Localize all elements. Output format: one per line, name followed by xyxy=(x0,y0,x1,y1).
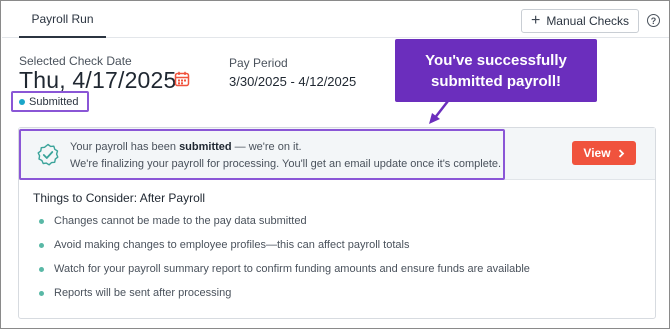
view-button[interactable]: View xyxy=(572,141,636,165)
notice-line-1: Your payroll has been submitted — we're … xyxy=(70,141,302,153)
check-date-value: Thu, 4/17/2025 xyxy=(19,67,177,93)
tab-bar: Payroll Run + Manual Checks ? xyxy=(2,2,669,38)
consider-title: Things to Consider: After Payroll xyxy=(33,191,206,205)
chevron-right-icon xyxy=(618,148,624,158)
list-item: Changes cannot be made to the pay data s… xyxy=(39,209,530,233)
manual-checks-label: Manual Checks xyxy=(546,14,630,28)
view-button-label: View xyxy=(583,146,611,160)
list-item: Avoid making changes to employee profile… xyxy=(39,233,530,257)
status-dot-icon xyxy=(19,98,25,105)
pay-period-label: Pay Period xyxy=(229,56,288,70)
check-date-label: Selected Check Date xyxy=(19,54,132,68)
notice-line-2: We're finalizing your payroll for proces… xyxy=(70,158,502,170)
tab-payroll-run[interactable]: Payroll Run xyxy=(19,2,106,38)
plus-icon: + xyxy=(530,12,541,29)
bullet-icon xyxy=(39,243,44,248)
bullet-icon xyxy=(39,267,44,272)
verified-check-icon xyxy=(37,143,59,166)
pay-period-value: 3/30/2025 - 4/12/2025 xyxy=(229,74,357,89)
calendar-icon[interactable] xyxy=(174,71,190,87)
status-badge: Submitted xyxy=(11,91,89,112)
card-header: Your payroll has been submitted — we're … xyxy=(19,128,655,180)
bullet-icon xyxy=(39,219,44,224)
list-item: Watch for your payroll summary report to… xyxy=(39,257,530,281)
callout-text: You've successfully submitted payroll! xyxy=(425,51,567,90)
submitted-emphasis: submitted xyxy=(179,141,232,153)
payroll-window: Payroll Run + Manual Checks ? Selected C… xyxy=(0,0,670,329)
submitted-notice: Your payroll has been submitted — we're … xyxy=(19,129,505,180)
bullet-icon xyxy=(39,291,44,296)
submission-card: Your payroll has been submitted — we're … xyxy=(18,127,656,319)
status-text: Submitted xyxy=(29,95,79,108)
help-icon[interactable]: ? xyxy=(647,14,660,27)
consider-list: Changes cannot be made to the pay data s… xyxy=(39,209,530,305)
list-item: Reports will be sent after processing xyxy=(39,281,530,305)
manual-checks-button[interactable]: + Manual Checks xyxy=(521,9,639,33)
callout-arrow-icon xyxy=(429,100,449,124)
success-callout: You've successfully submitted payroll! xyxy=(395,39,597,102)
